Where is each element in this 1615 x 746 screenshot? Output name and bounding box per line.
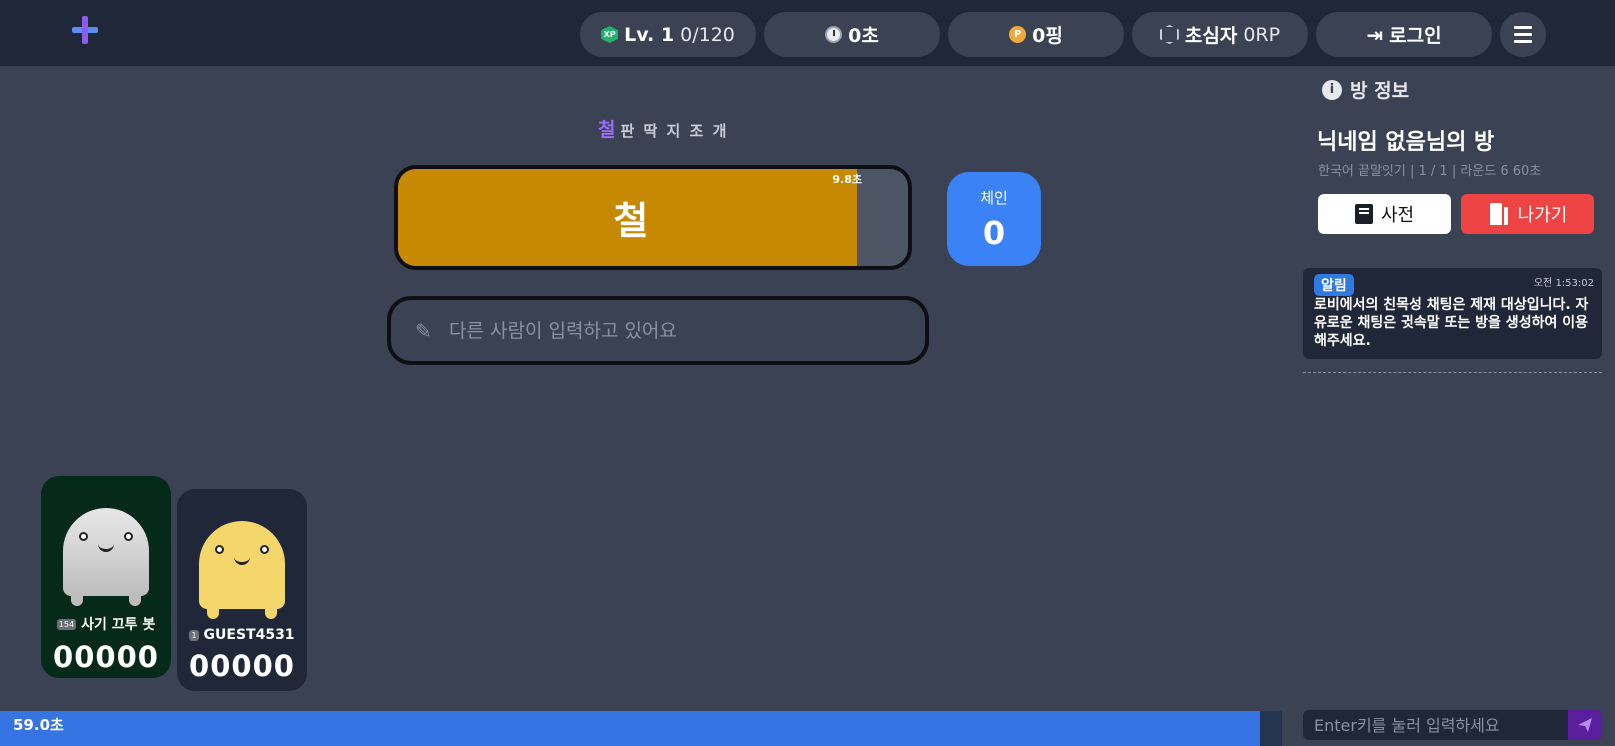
rank-label: 초심자 — [1184, 25, 1238, 47]
current-word: 철 — [613, 199, 649, 243]
menu-button[interactable] — [1500, 12, 1546, 57]
xp-value: 0/120 — [680, 23, 735, 46]
rank-pill[interactable]: 초심자 0RP — [1132, 12, 1308, 57]
current-word-box: 철 9.8초 — [394, 165, 912, 270]
info-icon: i — [1322, 79, 1342, 100]
xp-icon: XP — [601, 26, 619, 43]
player-score: 00000 — [53, 640, 159, 674]
paper-plane-icon — [1578, 718, 1592, 732]
dictionary-label: 사전 — [1380, 205, 1415, 226]
player-score: 00000 — [189, 649, 295, 683]
level-badge: 154 — [56, 618, 77, 630]
rp-value: 0RP — [1243, 23, 1281, 46]
dictionary-button[interactable]: 사전 — [1318, 194, 1451, 234]
pencil-icon: ✎ — [415, 318, 432, 343]
level-pill[interactable]: XP Lv. 1 0/120 — [580, 12, 756, 57]
logo-icon[interactable] — [70, 16, 100, 46]
coin-icon: P — [1009, 26, 1027, 43]
notice-badge: 알림 — [1314, 274, 1354, 296]
hamburger-icon — [1514, 26, 1532, 29]
playtime-pill[interactable]: 0초 — [764, 12, 940, 57]
player-card[interactable]: 154 사기 끄투 봇 00000 — [41, 476, 171, 678]
ghost-avatar — [199, 521, 285, 619]
player-name-row: 154 사기 끄투 봇 — [56, 614, 156, 634]
sign-in-icon: ⇥ — [1366, 22, 1384, 47]
points-pill[interactable]: P 0핑 — [948, 12, 1124, 57]
level-badge: 1 — [189, 629, 199, 641]
door-icon — [1488, 203, 1510, 225]
player-name-row: 1 GUEST4531 — [189, 627, 295, 643]
room-info-header: i 방 정보 — [1322, 76, 1409, 103]
room-info-title: 방 정보 — [1350, 80, 1410, 102]
login-button[interactable]: ⇥ 로그인 — [1316, 12, 1492, 57]
round-timer-fill — [0, 711, 1261, 746]
login-label: 로그인 — [1389, 25, 1442, 47]
chain-first-char: 철 — [598, 119, 618, 141]
notice-text: 로비에서의 친목성 채팅은 제재 대상입니다. 자유로운 채팅은 귓속말 또는 … — [1314, 297, 1589, 349]
word-input-box: ✎ — [387, 296, 929, 365]
book-icon — [1354, 204, 1373, 224]
chain-counter: 체인 0 — [947, 172, 1041, 266]
points-value: 0핑 — [1032, 25, 1063, 47]
chain-rest-chars: 판 딱 지 조 개 — [620, 122, 729, 140]
chain-hint: 철판 딱 지 조 개 — [598, 115, 726, 142]
chain-value: 0 — [982, 213, 1006, 252]
chat-divider — [1303, 372, 1602, 373]
exit-label: 나가기 — [1517, 205, 1568, 226]
level-label: Lv. 1 — [624, 23, 675, 46]
word-input[interactable] — [449, 319, 889, 342]
chat-input[interactable] — [1303, 715, 1565, 735]
exit-button[interactable]: 나가기 — [1461, 194, 1594, 234]
playtime-value: 0초 — [848, 25, 879, 47]
word-timer: 9.8초 — [832, 173, 862, 186]
notice-time: 오전 1:53:02 — [1533, 278, 1594, 289]
top-bar: XP Lv. 1 0/120 0초 P 0핑 초심자 0RP ⇥ 로그인 — [0, 0, 1615, 66]
room-title: 닉네임 없음님의 방 — [1317, 130, 1495, 155]
chat-notice: 알림 오전 1:53:02 로비에서의 친목성 채팅은 제재 대상입니다. 자유… — [1303, 268, 1602, 359]
player-name: GUEST4531 — [203, 627, 295, 643]
round-timer-bar: 59.0초 — [0, 711, 1282, 746]
chat-input-box — [1303, 710, 1602, 740]
ghost-avatar — [63, 508, 149, 606]
player-card[interactable]: 1 GUEST4531 00000 — [177, 489, 307, 691]
clock-icon — [825, 26, 843, 43]
hexagon-icon — [1159, 25, 1179, 44]
send-button[interactable] — [1568, 710, 1602, 740]
player-name: 사기 끄투 봇 — [81, 617, 156, 633]
chain-label: 체인 — [980, 188, 1008, 207]
room-meta: 한국어 끝말잇기 | 1 / 1 | 라운드 6 60초 — [1318, 164, 1542, 179]
round-timer-text: 59.0초 — [13, 716, 64, 734]
